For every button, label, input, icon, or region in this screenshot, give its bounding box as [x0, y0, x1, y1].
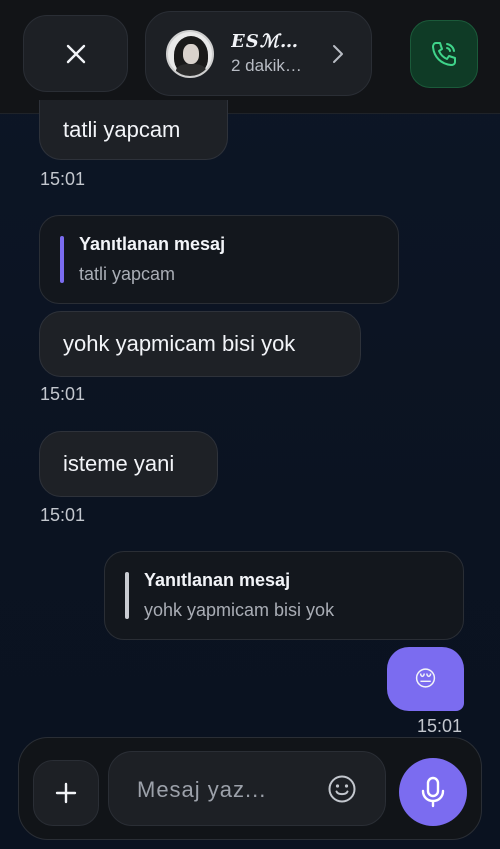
plus-icon: [55, 782, 77, 804]
message-time: 15:01: [40, 169, 86, 189]
close-icon: [66, 44, 85, 63]
attach-button[interactable]: [33, 760, 99, 826]
outgoing-message-bubble[interactable]: 😔: [387, 647, 464, 711]
message-time: 15:01: [40, 505, 86, 525]
phone-icon: [432, 42, 456, 66]
reply-title: Yanıtlanan mesaj: [144, 570, 291, 590]
message-input[interactable]: [135, 770, 319, 810]
message-bubble[interactable]: isteme yani: [39, 431, 218, 497]
message-text: isteme yani: [63, 451, 175, 476]
reply-preview[interactable]: Yanıtlanan mesaj yohk yapmicam bisi yok: [104, 551, 464, 640]
close-button[interactable]: [23, 15, 128, 92]
message-text: yohk yapmicam bisi yok: [63, 331, 296, 356]
reply-accent-bar: [60, 236, 64, 283]
avatar[interactable]: [166, 29, 214, 78]
message-time: 15:01: [40, 384, 86, 404]
smiley-icon: [328, 775, 356, 803]
message-time: 15:01: [417, 716, 463, 736]
chevron-right-icon: [333, 45, 343, 63]
contact-name: ESℳ…: [231, 31, 299, 52]
contact-card[interactable]: ESℳ… 2 dakik…: [145, 11, 372, 96]
contact-status: 2 dakik…: [231, 56, 302, 75]
message-bubble[interactable]: yohk yapmicam bisi yok: [39, 311, 361, 377]
reply-preview[interactable]: Yanıtlanan mesaj tatli yapcam: [39, 215, 399, 304]
emoji-button[interactable]: [326, 773, 358, 805]
chat-header: ESℳ… 2 dakik…: [0, 0, 500, 114]
reply-title: Yanıtlanan mesaj: [79, 234, 226, 254]
call-button[interactable]: [410, 20, 478, 88]
voice-record-button[interactable]: [399, 758, 467, 826]
message-bubble[interactable]: tatli yapcam: [39, 100, 228, 160]
message-emoji: 😔: [414, 666, 437, 691]
message-text: tatli yapcam: [63, 116, 181, 142]
reply-text: yohk yapmicam bisi yok: [144, 600, 335, 620]
reply-accent-bar: [125, 572, 129, 619]
reply-text: tatli yapcam: [79, 264, 176, 284]
microphone-icon: [421, 776, 445, 808]
